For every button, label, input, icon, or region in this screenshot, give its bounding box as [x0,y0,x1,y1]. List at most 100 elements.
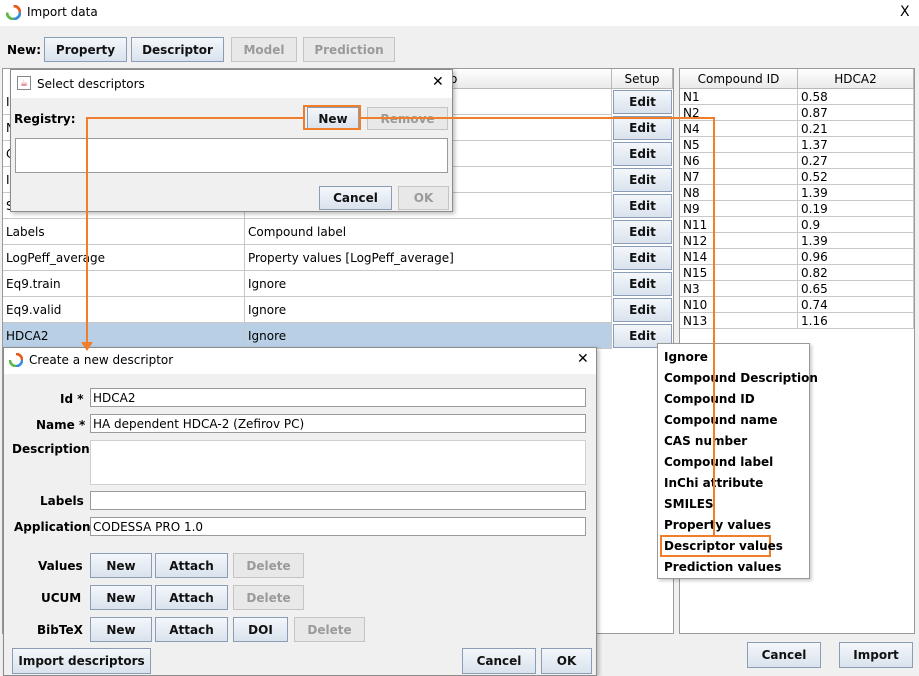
bibtex-attach-button[interactable]: Attach [155,617,228,642]
right-table-value-cell[interactable]: 0.65 [798,281,914,297]
new-property-button[interactable]: Property [44,37,127,62]
table-row-type[interactable]: Ignore [245,271,612,297]
select-dialog-close-button[interactable]: ✕ [432,74,444,90]
select-dialog-title: Select descriptors [37,77,145,91]
right-table-value-cell[interactable]: 0.52 [798,169,914,185]
right-table-compound-id-cell[interactable]: N7 [680,169,798,185]
annotation-line [86,117,88,344]
edit-button[interactable]: Edit [613,220,672,244]
values-delete-button[interactable]: Delete [233,553,304,578]
right-table-compound-id-cell[interactable]: N13 [680,313,798,329]
table-row-name[interactable]: Labels [3,219,245,245]
values-attach-button[interactable]: Attach [155,553,228,578]
dropdown-item-compound-name[interactable]: Compound name [664,413,778,427]
dropdown-item-compound-label[interactable]: Compound label [664,455,773,469]
window-close-button[interactable]: X [900,4,910,20]
values-label: Values [38,559,83,573]
table-row-name-selected[interactable]: HDCA2 [3,323,245,349]
cancel-button[interactable]: Cancel [747,642,821,668]
right-table-compound-id-cell[interactable]: N11 [680,217,798,233]
dropdown-item-descriptor-values[interactable]: Descriptor values [664,539,783,553]
right-table-value-cell[interactable]: 1.39 [798,233,914,249]
right-table-value-cell[interactable]: 1.37 [798,137,914,153]
right-table-compound-id-cell[interactable]: N8 [680,185,798,201]
right-table-value-cell[interactable]: 0.87 [798,105,914,121]
name-label: Name * [36,418,86,432]
right-table-compound-id-cell[interactable]: N14 [680,249,798,265]
right-table-value-cell[interactable]: 0.27 [798,153,914,169]
right-table-value-cell[interactable]: 0.19 [798,201,914,217]
create-dialog-ok-button[interactable]: OK [541,648,592,674]
bibtex-new-button[interactable]: New [90,617,152,642]
dropdown-item-compound-id[interactable]: Compound ID [664,392,755,406]
right-table-compound-id-cell[interactable]: N4 [680,121,798,137]
table-row-type-selected[interactable]: Ignore [245,323,612,349]
right-table-compound-id-cell[interactable]: N10 [680,297,798,313]
id-field[interactable]: HDCA2 [90,388,586,407]
edit-button[interactable]: Edit [613,194,672,218]
table-row-name[interactable]: Eq9.train [3,271,245,297]
bibtex-doi-button[interactable]: DOI [233,617,288,642]
right-table-compound-id-cell[interactable]: N12 [680,233,798,249]
ucum-delete-button[interactable]: Delete [233,585,304,610]
title-bar: Import data X [0,0,919,26]
table-row-name[interactable]: Eq9.valid [3,297,245,323]
ucum-label: UCUM [41,591,82,605]
edit-button[interactable]: Edit [613,272,672,296]
create-dialog-cancel-button[interactable]: Cancel [462,648,536,674]
edit-button[interactable]: Edit [613,298,672,322]
right-table-value-cell[interactable]: 1.16 [798,313,914,329]
right-table-value-cell[interactable]: 1.39 [798,185,914,201]
application-field[interactable]: CODESSA PRO 1.0 [90,517,586,536]
application-label: Application [14,520,91,534]
create-dialog-title: Create a new descriptor [29,353,174,367]
create-dialog-close-button[interactable]: ✕ [577,351,589,367]
dropdown-item-cas-number[interactable]: CAS number [664,434,747,448]
right-table-compound-id-cell[interactable]: N5 [680,137,798,153]
table-row-type[interactable]: Ignore [245,297,612,323]
edit-button[interactable]: Edit [613,90,672,114]
right-table-compound-id-cell[interactable]: N9 [680,201,798,217]
table-row-type[interactable]: Compound label [245,219,612,245]
dropdown-item-property-values[interactable]: Property values [664,518,771,532]
name-field[interactable]: HA dependent HDCA-2 (Zefirov PC) [90,414,586,433]
app-icon [9,353,23,367]
new-descriptor-button[interactable]: Descriptor [131,37,224,62]
ucum-new-button[interactable]: New [90,585,152,610]
right-table-compound-id-cell[interactable]: N1 [680,89,798,105]
right-table-value-cell[interactable]: 0.9 [798,217,914,233]
dropdown-item-prediction-values[interactable]: Prediction values [664,560,781,574]
select-dialog-ok-button[interactable]: OK [398,186,449,210]
dropdown-item-smiles[interactable]: SMILES [664,497,714,511]
dropdown-item-compound-description[interactable]: Compound Description [664,371,818,385]
right-table-header-compound-id: Compound ID [680,69,798,89]
new-model-button[interactable]: Model [231,37,297,62]
registry-list[interactable] [15,138,448,173]
right-table-value-cell[interactable]: 0.74 [798,297,914,313]
right-table-value-cell[interactable]: 0.82 [798,265,914,281]
edit-button[interactable]: Edit [613,116,672,140]
right-table-compound-id-cell[interactable]: N6 [680,153,798,169]
import-descriptors-button[interactable]: Import descriptors [12,648,151,674]
edit-button[interactable]: Edit [613,168,672,192]
right-table-value-cell[interactable]: 0.96 [798,249,914,265]
select-dialog-cancel-button[interactable]: Cancel [319,186,392,210]
table-row-name[interactable]: LogPeff_average [3,245,245,271]
right-table-value-cell[interactable]: 0.58 [798,89,914,105]
description-field[interactable] [90,440,586,485]
right-table-compound-id-cell[interactable]: N15 [680,265,798,281]
right-table-compound-id-cell[interactable]: N3 [680,281,798,297]
registry-label: Registry: [14,112,76,126]
edit-button[interactable]: Edit [613,142,672,166]
import-button[interactable]: Import [839,642,913,668]
new-prediction-button[interactable]: Prediction [303,37,395,62]
description-label: Description [12,442,90,456]
ucum-attach-button[interactable]: Attach [155,585,228,610]
edit-button[interactable]: Edit [613,246,672,270]
dropdown-item-ignore[interactable]: Ignore [664,350,708,364]
labels-field[interactable] [90,491,586,510]
table-row-type[interactable]: Property values [LogPeff_average] [245,245,612,271]
bibtex-delete-button[interactable]: Delete [294,617,365,642]
right-table-value-cell[interactable]: 0.21 [798,121,914,137]
values-new-button[interactable]: New [90,553,152,578]
